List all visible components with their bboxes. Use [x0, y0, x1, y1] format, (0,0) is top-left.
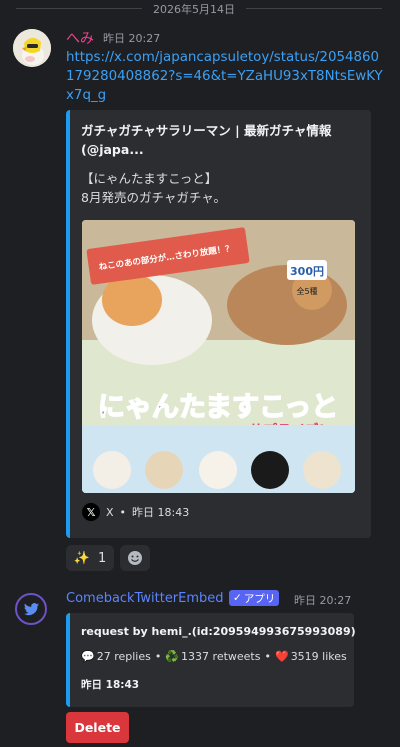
link-embed: ガチャガチャサラリーマン | 最新ガチャ情報 (@japa... 【にゃんたます… [66, 110, 371, 538]
checkmark-icon: ✓ [233, 592, 242, 604]
divider-line-right [246, 8, 382, 9]
bird-avatar-icon [13, 29, 51, 67]
smiley-icon [128, 551, 142, 565]
embed-description-line: 【にゃんたますこっと】 [81, 171, 218, 186]
tweet-link[interactable]: https://x.com/japancapsuletoy/status/205… [66, 48, 386, 105]
request-by-text: request by hemi_.(id:209594993675993089) [81, 625, 356, 638]
app-badge: ✓ アプリ [229, 590, 280, 606]
stat-separator: • [264, 650, 271, 663]
embed-footer-source: X [106, 505, 114, 519]
reaction-count: 1 [97, 550, 107, 566]
likes-count: 3519 likes [290, 650, 347, 663]
tweet-stats: 💬 27 replies • ♻️ 1337 retweets • ❤️ 351… [81, 650, 347, 663]
twitter-bird-icon [24, 603, 39, 616]
tweet-stats-embed: request by hemi_.(id:209594993675993089)… [66, 613, 356, 707]
bot-avatar[interactable] [15, 593, 47, 625]
author-name[interactable]: へみ [66, 28, 94, 48]
date-divider: 2026年5月14日 [0, 0, 400, 16]
delete-button[interactable]: Delete [66, 712, 129, 743]
speech-bubble-icon: 💬 [81, 650, 95, 663]
date-divider-text: 2026年5月14日 [153, 3, 235, 16]
stat-separator: • [154, 650, 162, 663]
avatar[interactable] [13, 29, 51, 67]
reaction-sparkles[interactable]: ✨ 1 [66, 545, 114, 571]
product-title-text: にゃんたますこっと [98, 392, 338, 423]
divider-line-left [16, 8, 142, 9]
embed-description-line: 8月発売のガチャガチャ。 [81, 190, 226, 205]
retweets-count: 1337 retweets [181, 650, 261, 663]
recycle-icon: ♻️ [165, 650, 180, 663]
price-text: 300円 [290, 265, 324, 278]
count-text: 全5種 [296, 286, 317, 296]
bot-author-name[interactable]: ComebackTwitterEmbed [66, 591, 224, 606]
embed-image[interactable]: 300円 全5種 ねこのあの部分が…さわり放題！？ にゃんたますこっと サプライ… [82, 220, 355, 493]
embed-footer-time: 昨日 18:43 [132, 506, 190, 519]
embed-title[interactable]: ガチャガチャサラリーマン | 最新ガチャ情報 (@japa... [81, 121, 363, 159]
message-timestamp: 昨日 20:27 [103, 32, 161, 45]
heart-icon: ❤️ [274, 650, 289, 663]
add-reaction-button[interactable] [120, 545, 150, 571]
sparkles-icon: ✨ [73, 550, 90, 566]
embed-footer: 𝕏 X • 昨日 18:43 [82, 502, 189, 522]
x-logo-icon: 𝕏 [82, 503, 100, 521]
replies-count: 27 replies [96, 650, 151, 663]
message-timestamp: 昨日 20:27 [294, 594, 352, 607]
embed-footer-dot: • [119, 505, 127, 519]
app-badge-label: アプリ [243, 592, 276, 605]
product-image: 300円 全5種 ねこのあの部分が…さわり放題！？ にゃんたますこっと サプライ… [82, 220, 355, 493]
embed-description: 【にゃんたますこっと】 8月発売のガチャガチャ。 [81, 169, 363, 207]
embed-time: 昨日 18:43 [81, 679, 140, 691]
